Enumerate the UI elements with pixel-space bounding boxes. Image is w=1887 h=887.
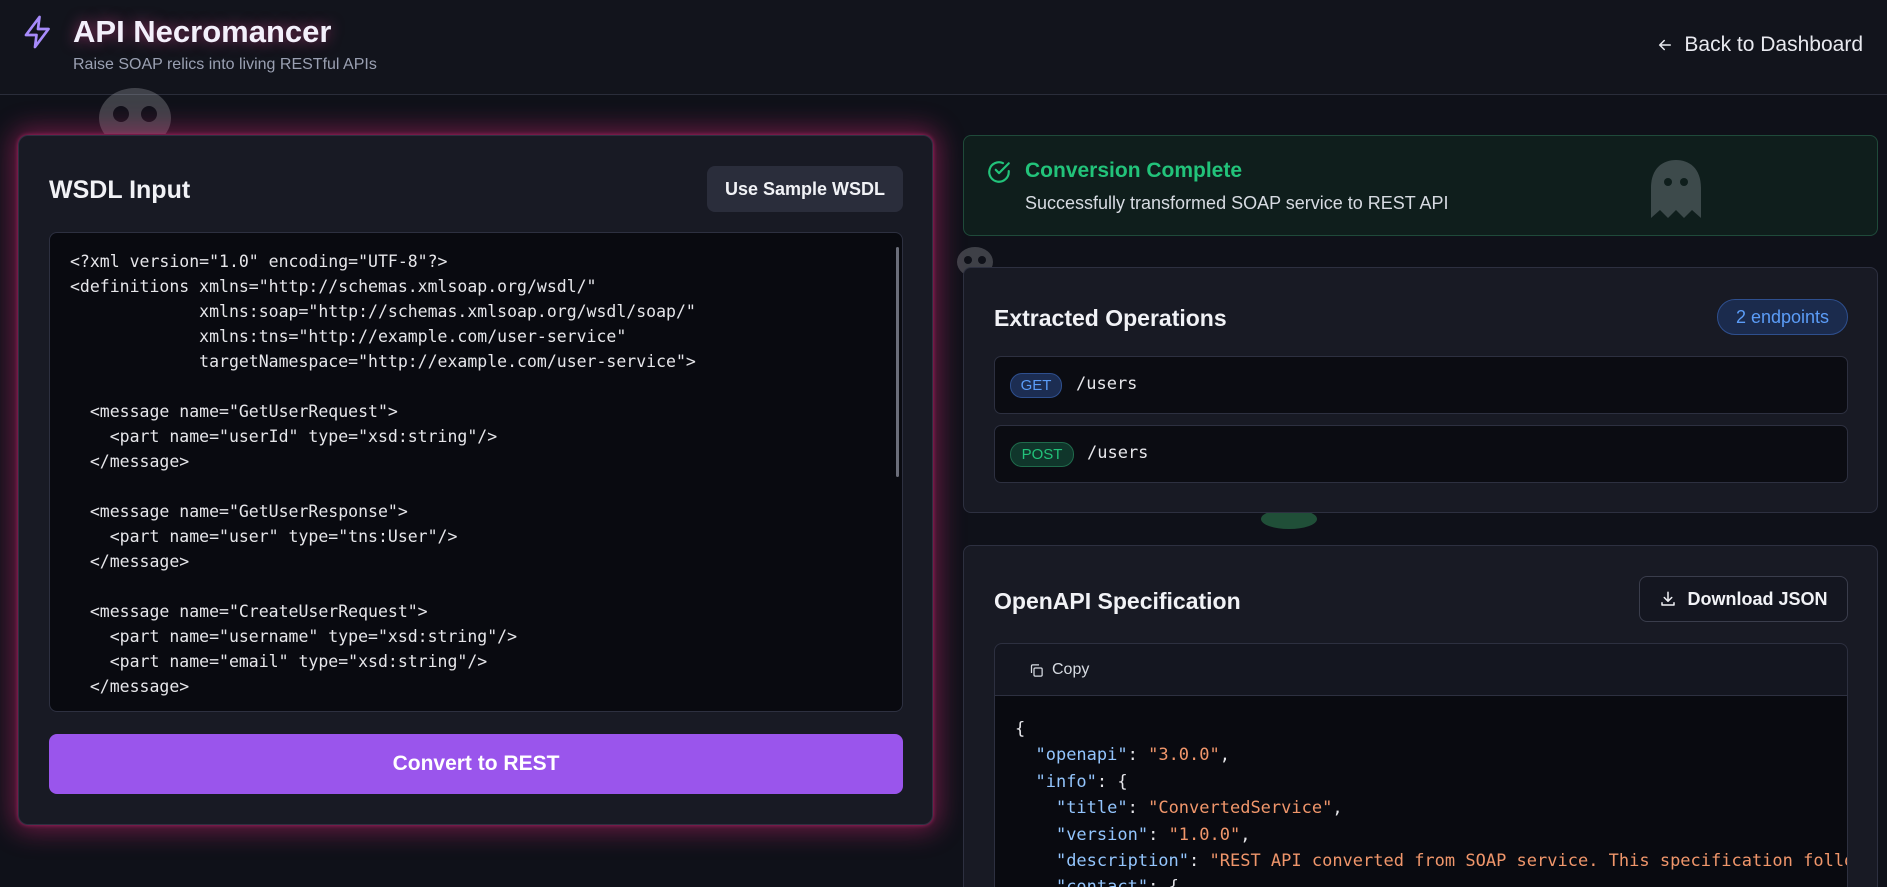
skull-icon	[99, 88, 171, 134]
spec-json-code: { "openapi": "3.0.0", "info": { "title":…	[1015, 716, 1848, 887]
json-key: "description"	[1055, 851, 1190, 872]
spec-json-line: "openapi": "3.0.0",	[1035, 745, 1230, 766]
copy-label: Copy	[1052, 661, 1090, 678]
app-header: API Necromancer Raise SOAP relics into l…	[0, 0, 1887, 95]
method-badge-post: POST	[1010, 442, 1074, 467]
wsdl-code: <?xml version="1.0" encoding="UTF-8"?> <…	[70, 252, 696, 696]
operation-path: /users	[1076, 374, 1138, 394]
lightning-bolt-icon	[24, 15, 50, 49]
back-link-label: Back to Dashboard	[1684, 33, 1863, 56]
use-sample-wsdl-button[interactable]: Use Sample WSDL	[707, 166, 903, 212]
spec-json-line: "version": "1.0.0",	[1055, 824, 1251, 845]
spec-json-line: "description": "REST API converted from …	[1015, 851, 1848, 872]
spec-json-view[interactable]: { "openapi": "3.0.0", "info": { "title":…	[994, 695, 1848, 887]
extracted-operations-card: Extracted Operations 2 endpoints GET /us…	[963, 267, 1878, 513]
download-label: Download JSON	[1687, 588, 1828, 609]
wsdl-textarea[interactable]: <?xml version="1.0" encoding="UTF-8"?> <…	[49, 232, 903, 712]
json-key: "version"	[1055, 824, 1149, 845]
spec-json-line: {	[1015, 719, 1026, 739]
json-key: "contact"	[1056, 877, 1148, 887]
convert-to-rest-button[interactable]: Convert to REST	[49, 734, 903, 794]
method-badge-get: GET	[1010, 373, 1062, 398]
operation-row-get-users[interactable]: GET /users	[994, 356, 1848, 414]
conversion-status-card: Conversion Complete Successfully transfo…	[963, 135, 1878, 236]
wsdl-input-panel: WSDL Input Use Sample WSDL <?xml version…	[18, 135, 933, 825]
json-value: "ConvertedService"	[1148, 798, 1333, 819]
operation-path: /users	[1087, 443, 1149, 463]
zombie-icon	[1261, 513, 1317, 529]
json-value: "REST API converted from SOAP service. T…	[1209, 851, 1848, 872]
app-subtitle: Raise SOAP relics into living RESTful AP…	[73, 56, 377, 73]
spec-title: OpenAPI Specification	[994, 588, 1241, 614]
check-circle-icon	[988, 161, 1010, 183]
operations-title: Extracted Operations	[994, 305, 1227, 331]
spec-toolbar: Copy	[994, 643, 1848, 695]
spec-json-line: "info": {	[1035, 771, 1128, 792]
copy-icon	[1030, 663, 1043, 677]
operation-row-post-users[interactable]: POST /users	[994, 425, 1848, 483]
spec-json-line: "contact": {	[1015, 877, 1179, 887]
json-key: "info"	[1035, 771, 1097, 792]
app-title: API Necromancer	[73, 14, 332, 49]
back-to-dashboard-link[interactable]: Back to Dashboard	[1656, 30, 1863, 60]
spec-json-line: "title": "ConvertedService",	[1055, 798, 1343, 819]
json-key: "openapi"	[1035, 745, 1128, 766]
status-title: Conversion Complete	[1025, 159, 1243, 182]
json-value: "3.0.0"	[1148, 745, 1220, 766]
download-json-button[interactable]: Download JSON	[1639, 576, 1848, 622]
ghost-icon	[1651, 160, 1701, 218]
download-icon	[1661, 591, 1676, 606]
status-message: Successfully transformed SOAP service to…	[1025, 193, 1449, 213]
json-value: "1.0.0"	[1168, 824, 1241, 845]
json-key: "title"	[1055, 798, 1128, 819]
copy-button[interactable]: Copy	[1029, 659, 1089, 681]
openapi-spec-card: OpenAPI Specification Download JSON Copy…	[963, 545, 1878, 887]
wsdl-panel-title: WSDL Input	[49, 176, 191, 204]
wsdl-scrollbar[interactable]	[896, 247, 899, 477]
endpoint-count-badge: 2 endpoints	[1717, 299, 1848, 335]
arrow-left-icon	[1659, 39, 1672, 51]
